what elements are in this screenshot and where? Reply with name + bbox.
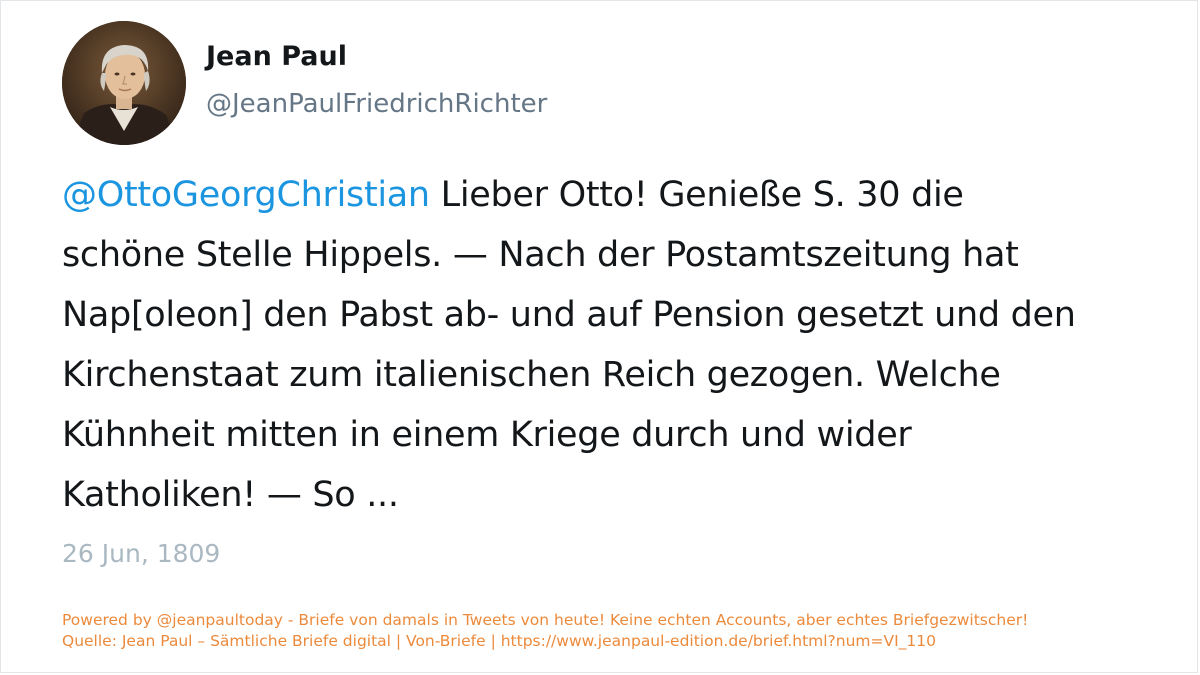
footer-powered-by: Powered by @jeanpaultoday - Briefe von d… bbox=[62, 611, 1029, 629]
tweet-line-6: Katholiken! — So ... bbox=[62, 475, 399, 515]
tweet-line-5: Kühnheit mitten in einem Kriege durch un… bbox=[62, 415, 912, 455]
tweet-card: Jean Paul @JeanPaulFriedrichRichter @Ott… bbox=[0, 0, 1198, 673]
portrait-image bbox=[62, 21, 186, 145]
tweet-text: @OttoGeorgChristian Lieber Otto! Genieße… bbox=[62, 165, 1182, 525]
tweet-date[interactable]: 26 Jun, 1809 bbox=[62, 539, 220, 568]
tweet-line-4: Kirchenstaat zum italienischen Reich gez… bbox=[62, 355, 1001, 395]
avatar[interactable] bbox=[62, 21, 186, 145]
footer: Powered by @jeanpaultoday - Briefe von d… bbox=[62, 610, 1028, 652]
tweet-line-2: schöne Stelle Hippels. — Nach der Postam… bbox=[62, 235, 1019, 275]
author-handle[interactable]: @JeanPaulFriedrichRichter bbox=[206, 89, 547, 119]
tweet-line-3: Nap[oleon] den Pabst ab- und auf Pension… bbox=[62, 295, 1076, 335]
tweet-line-1: @OttoGeorgChristian Lieber Otto! Genieße… bbox=[62, 165, 1182, 225]
author-name[interactable]: Jean Paul bbox=[206, 41, 347, 72]
mention-link[interactable]: @OttoGeorgChristian bbox=[62, 175, 430, 215]
tweet-line-text: Lieber Otto! Genieße S. 30 die bbox=[429, 175, 964, 215]
footer-source[interactable]: Quelle: Jean Paul – Sämtliche Briefe dig… bbox=[62, 631, 1028, 652]
